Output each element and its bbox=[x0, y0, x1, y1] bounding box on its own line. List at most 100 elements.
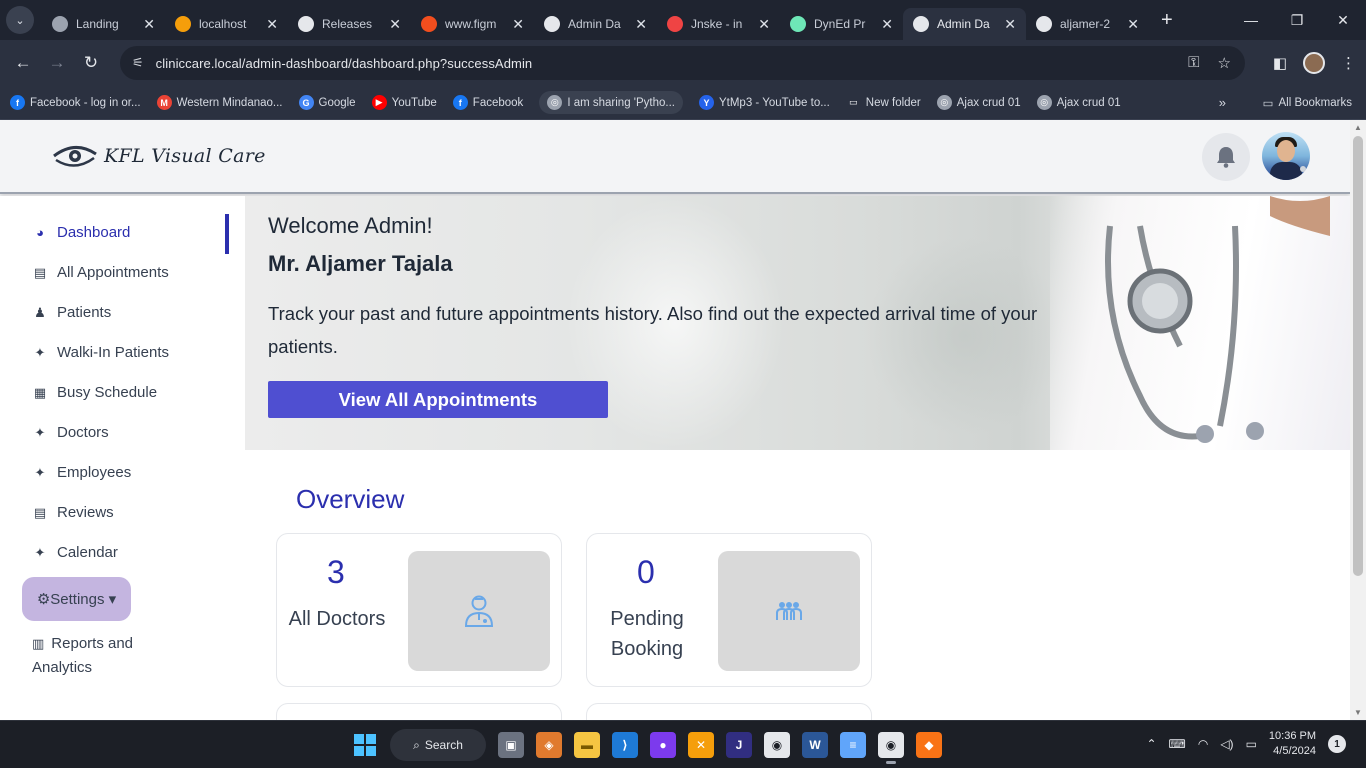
keyboard-icon[interactable]: ⌨ bbox=[1169, 737, 1186, 751]
chrome-icon[interactable]: ◉ bbox=[764, 732, 790, 758]
bookmark-item[interactable]: ▭ New folder bbox=[846, 95, 921, 110]
bookmark-label: I am sharing 'Pytho... bbox=[567, 96, 675, 109]
address-bar-row: ← → ↻ ⚟ cliniccare.local/admin-dashboard… bbox=[0, 40, 1366, 86]
bookmark-item[interactable]: f Facebook bbox=[452, 95, 523, 110]
task-view-icon[interactable]: ▣ bbox=[498, 732, 524, 758]
browser-tab[interactable]: DynEd Pr ✕ bbox=[780, 8, 903, 40]
xampp-icon[interactable]: ✕ bbox=[688, 732, 714, 758]
sidebar-item-walki-in-patients[interactable]: ✦ Walki-In Patients bbox=[32, 344, 169, 361]
sidebar-item-patients[interactable]: ♟ Patients bbox=[32, 304, 111, 321]
taskbar-search[interactable]: ⌕ Search bbox=[390, 729, 486, 761]
bookmark-item[interactable]: f Facebook - log in or... bbox=[10, 95, 141, 110]
sidebar-item-reports[interactable]: ▥ Reports and Analytics bbox=[32, 632, 182, 680]
sidebar-item-calendar[interactable]: ✦ Calendar bbox=[32, 544, 118, 561]
bookmarks-overflow-icon[interactable]: » bbox=[1219, 95, 1226, 110]
minimize-button[interactable]: — bbox=[1228, 12, 1274, 28]
bookmark-item[interactable]: G Google bbox=[298, 95, 356, 110]
tab-favicon-icon bbox=[913, 16, 929, 32]
volume-icon[interactable]: ◁) bbox=[1220, 737, 1233, 751]
stat-card[interactable] bbox=[586, 703, 872, 720]
scroll-down-arrow[interactable]: ▼ bbox=[1354, 708, 1362, 717]
tab-close-icon[interactable]: ✕ bbox=[266, 16, 278, 33]
back-button[interactable]: ← bbox=[6, 53, 40, 73]
notification-count-badge[interactable]: 1 bbox=[1328, 735, 1346, 753]
browser-tab[interactable]: Jnske - in ✕ bbox=[657, 8, 780, 40]
notepad-icon[interactable]: ≡ bbox=[840, 732, 866, 758]
all-bookmarks-button[interactable]: ▭ All Bookmarks bbox=[1263, 96, 1352, 110]
jetbrains-icon[interactable]: J bbox=[726, 732, 752, 758]
bookmark-item[interactable]: ◎ Ajax crud 01 bbox=[936, 95, 1021, 110]
browser-tab[interactable]: Landing ✕ bbox=[42, 8, 165, 40]
hero-tagline: Track your past and future appointments … bbox=[268, 303, 1038, 357]
user-avatar[interactable] bbox=[1262, 132, 1310, 180]
bookmark-item[interactable]: ◎ Ajax crud 01 bbox=[1036, 95, 1121, 110]
bookmark-star-icon[interactable]: ☆ bbox=[1218, 54, 1231, 72]
overview-heading: Overview bbox=[296, 484, 405, 514]
stat-card-all-doctors[interactable]: 3 All Doctors bbox=[276, 533, 562, 687]
forward-button[interactable]: → bbox=[40, 53, 74, 73]
view-all-appointments-button[interactable]: View All Appointments bbox=[268, 381, 608, 418]
url-text[interactable]: cliniccare.local/admin-dashboard/dashboa… bbox=[156, 56, 533, 71]
tab-search-button[interactable]: ⌄ bbox=[6, 6, 34, 34]
browser-tab[interactable]: Releases ✕ bbox=[288, 8, 411, 40]
show-hidden-icons[interactable]: ⌃ bbox=[1146, 737, 1156, 751]
scrollbar-thumb[interactable] bbox=[1353, 136, 1363, 576]
app-launcher-icon[interactable]: ◈ bbox=[536, 732, 562, 758]
password-key-icon[interactable]: ⚿ bbox=[1188, 54, 1199, 72]
new-tab-button[interactable]: + bbox=[1161, 9, 1173, 32]
stat-card[interactable] bbox=[276, 703, 562, 720]
tab-close-icon[interactable]: ✕ bbox=[389, 16, 401, 33]
tab-close-icon[interactable]: ✕ bbox=[1004, 16, 1016, 33]
tab-close-icon[interactable]: ✕ bbox=[635, 16, 647, 33]
brand-logo[interactable]: KFL Visual Care bbox=[52, 142, 266, 170]
restore-button[interactable]: ❐ bbox=[1274, 12, 1320, 29]
close-window-button[interactable]: ✕ bbox=[1320, 12, 1366, 29]
sidebar-item-reviews[interactable]: ▤ Reviews bbox=[32, 504, 114, 521]
git-icon[interactable]: ◆ bbox=[916, 732, 942, 758]
windows-start-icon[interactable] bbox=[352, 732, 378, 758]
sidebar-item-dashboard[interactable]: ◕ Dashboard bbox=[32, 224, 130, 241]
sidebar-item-busy-schedule[interactable]: ▦ Busy Schedule bbox=[32, 384, 157, 401]
chrome-active-icon[interactable]: ◉ bbox=[878, 732, 904, 764]
tab-close-icon[interactable]: ✕ bbox=[881, 16, 893, 33]
clock[interactable]: 10:36 PM 4/5/2024 bbox=[1269, 729, 1316, 759]
sidebar-item-doctors[interactable]: ✦ Doctors bbox=[32, 424, 109, 441]
browser-tab[interactable]: Admin Da ✕ bbox=[534, 8, 657, 40]
avatar-dropdown-indicator[interactable] bbox=[1300, 166, 1306, 172]
tab-close-icon[interactable]: ✕ bbox=[758, 16, 770, 33]
github-desktop-icon[interactable]: ● bbox=[650, 732, 676, 758]
notification-bell-button[interactable] bbox=[1202, 133, 1250, 181]
bookmark-item[interactable]: M Western Mindanao... bbox=[156, 95, 283, 110]
bookmark-item[interactable]: Y YtMp3 - YouTube to... bbox=[698, 95, 830, 110]
browser-tab[interactable]: aljamer-2 ✕ bbox=[1026, 8, 1149, 40]
site-info-icon[interactable]: ⚟ bbox=[132, 55, 144, 71]
browser-tab[interactable]: localhost ✕ bbox=[165, 8, 288, 40]
browser-tab[interactable]: Admin Da ✕ bbox=[903, 8, 1026, 40]
word-icon[interactable]: W bbox=[802, 732, 828, 758]
sidebar-item-employees[interactable]: ✦ Employees bbox=[32, 464, 132, 481]
bookmark-label: Ajax crud 01 bbox=[956, 96, 1021, 109]
bookmark-label: New folder bbox=[865, 96, 921, 109]
bookmark-item[interactable]: ▶ YouTube bbox=[371, 95, 437, 110]
file-explorer-icon[interactable]: ▬ bbox=[574, 732, 600, 758]
scroll-up-arrow[interactable]: ▲ bbox=[1354, 123, 1362, 132]
address-bar[interactable]: ⚟ cliniccare.local/admin-dashboard/dashb… bbox=[120, 46, 1245, 80]
bar-chart-icon: ▥ bbox=[32, 636, 45, 651]
browser-menu-icon[interactable]: ⋮ bbox=[1341, 54, 1356, 72]
page-scrollbar[interactable]: ▲ ▼ bbox=[1350, 120, 1366, 720]
vscode-icon[interactable]: ⟩ bbox=[612, 732, 638, 758]
tab-close-icon[interactable]: ✕ bbox=[1127, 16, 1139, 33]
tab-close-icon[interactable]: ✕ bbox=[143, 16, 155, 33]
tab-title: Releases bbox=[322, 17, 373, 31]
bookmark-item[interactable]: ◎ I am sharing 'Pytho... bbox=[539, 91, 683, 114]
tab-close-icon[interactable]: ✕ bbox=[512, 16, 524, 33]
battery-icon[interactable]: ▭ bbox=[1246, 737, 1257, 751]
sidebar-item-all-appointments[interactable]: ▤ All Appointments bbox=[32, 264, 169, 281]
browser-tab[interactable]: www.figm ✕ bbox=[411, 8, 534, 40]
reload-button[interactable]: ↻ bbox=[74, 53, 108, 73]
wifi-icon[interactable]: ◠ bbox=[1198, 737, 1208, 751]
side-panel-icon[interactable]: ◧ bbox=[1273, 54, 1287, 72]
settings-dropdown-button[interactable]: ⚙Settings ▾ bbox=[22, 577, 131, 621]
stat-card-pending-booking[interactable]: 0 Pending Booking bbox=[586, 533, 872, 687]
browser-profile-avatar[interactable] bbox=[1303, 52, 1325, 74]
